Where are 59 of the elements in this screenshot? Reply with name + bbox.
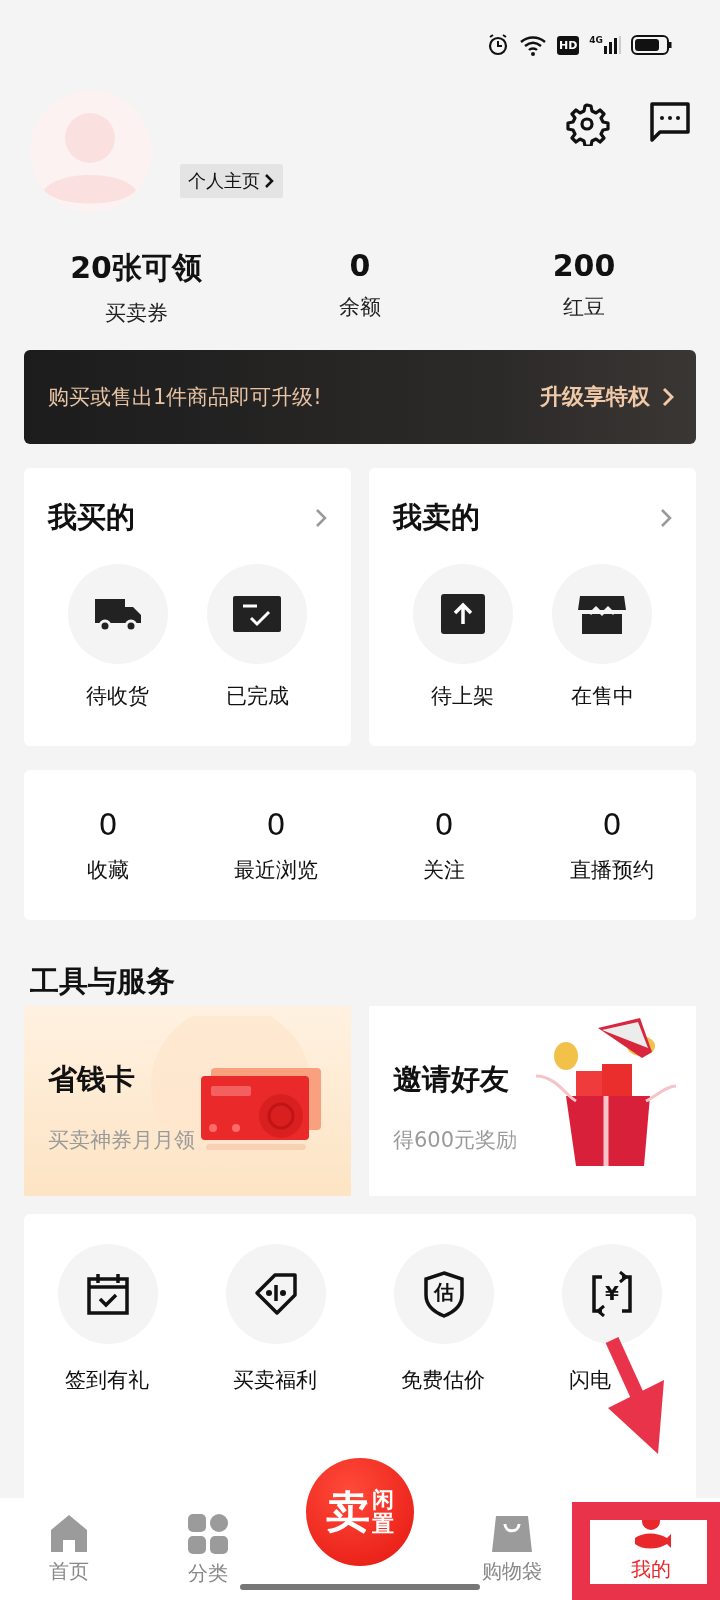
exchange-icon: ¥ [590,1271,634,1317]
service-label: 签到有礼 [65,1368,149,1392]
icon-button[interactable]: 估 [394,1244,494,1344]
counter-value: 0 [266,806,286,842]
grid-icon[interactable] [185,1512,230,1556]
tag-icon [253,1271,299,1317]
tab[interactable]: 首页 [0,1512,139,1600]
service-label: 免费估价 [401,1368,485,1392]
card-title: 我卖的 [393,499,480,536]
counter-value: 0 [434,806,454,842]
icon-button[interactable]: ¥ [562,1244,662,1344]
battery-icon [631,35,672,55]
stat-value: 20张可领 [70,248,202,287]
promo-subtitle: 得600元奖励 [393,1127,518,1154]
counter-value: 0 [602,806,622,842]
counter-value: 0 [98,806,118,842]
stat-value: 200 [552,247,616,283]
tab[interactable]: 我的 [581,1512,720,1600]
wifi-icon [519,34,547,56]
alarm-icon [487,34,509,56]
shield-icon: 估 [422,1270,466,1318]
message-icon[interactable] [650,102,690,142]
stat-value: 0 [349,247,371,283]
promo-title: 邀请好友 [393,1061,509,1098]
network-label: 4G [589,36,603,45]
signal-icon [604,36,621,54]
stat-label: 余额 [339,293,381,321]
chevron-icon [264,173,275,189]
counter-label: 直播预约 [570,856,654,884]
upload-icon [438,592,487,636]
service-label: 闪电 [569,1368,611,1392]
calendar-check-icon [86,1272,130,1316]
upgrade-link[interactable]: 升级享特权 [540,382,674,412]
item-label: 已完成 [225,683,289,710]
hd-badge: HD [557,35,580,55]
promo-title: 省钱卡 [48,1061,135,1098]
banner-text: 购买或售出1件商品即可升级! [48,384,322,411]
counter-label: 最近浏览 [234,856,318,884]
promo-subtitle: 买卖神券月月领 [48,1127,195,1154]
section-title: 工具与服务 [29,963,176,996]
tab[interactable]: 购物袋 [443,1512,582,1600]
service-label: 买卖福利 [233,1368,317,1392]
settings-icon[interactable] [566,102,610,146]
chevron-icon[interactable] [315,508,327,528]
chevron-icon [662,387,674,407]
promo-card[interactable]: 邀请好友 得600元奖励 [369,1006,696,1196]
counter-label: 关注 [423,856,465,884]
item-label: 待上架 [431,683,495,710]
chevron-icon[interactable] [660,508,672,528]
upgrade-banner[interactable]: 购买或售出1件商品即可升级! 升级享特权 [24,350,696,444]
stat-label: 红豆 [563,293,605,321]
counter-label: 收藏 [87,856,129,884]
profile-link[interactable]: 个人主页 [180,164,283,198]
item-label: 待收货 [86,683,150,710]
tab[interactable]: 分类 [138,1512,277,1600]
card-title: 我买的 [48,499,135,536]
stat-label: 买卖券 [104,299,168,327]
item-label: 在售中 [570,683,634,710]
promo-card[interactable]: 省钱卡 买卖神券月月领 [24,1006,351,1196]
